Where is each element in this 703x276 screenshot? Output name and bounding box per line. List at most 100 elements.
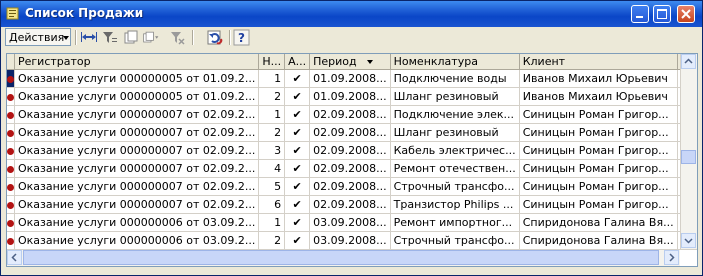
row-status-cell bbox=[7, 105, 15, 124]
cell-period: 03.09.2008... bbox=[309, 213, 391, 232]
cell-registrar: Оказание услуги 000000007 от 02.09.2... bbox=[14, 123, 260, 142]
cell-registrar: Оказание услуги 000000006 от 03.09.2... bbox=[14, 231, 260, 250]
table-row[interactable]: Оказание услуги 000000007 от 02.09.2... 3… bbox=[7, 141, 697, 160]
vertical-scrollbar[interactable] bbox=[680, 54, 697, 249]
cell-client: Иванов Михаил Юрьевич bbox=[519, 69, 678, 88]
cell-period: 02.09.2008... bbox=[309, 123, 391, 142]
cell-nomenclature: Шланг резиновый bbox=[390, 123, 520, 142]
cell-client: Синицын Роман Григор... bbox=[519, 123, 678, 142]
table-row[interactable]: Оказание услуги 000000007 от 02.09.2... 2… bbox=[7, 123, 697, 142]
maximize-button[interactable] bbox=[653, 5, 671, 23]
cell-nomenclature: Ремонт импортног... bbox=[390, 213, 520, 232]
filter-icon[interactable] bbox=[100, 29, 118, 46]
cell-line-number: 4 bbox=[258, 159, 286, 178]
cell-client: Синицын Роман Григор... bbox=[519, 159, 678, 178]
cell-nomenclature: Подключение воды bbox=[390, 69, 520, 88]
multi-copy-icon[interactable] bbox=[142, 29, 160, 46]
sales-table-container: Регистратор Н... А... Период Номенклатур… bbox=[6, 53, 698, 267]
cell-client: Синицын Роман Григор... bbox=[519, 177, 678, 196]
cell-nomenclature: Шланг резиновый bbox=[390, 87, 520, 106]
row-status-cell bbox=[7, 231, 15, 250]
cell-registrar: Оказание услуги 000000007 от 02.09.2... bbox=[14, 177, 260, 196]
cell-client: Спиридонова Галина Вя... bbox=[519, 213, 678, 232]
cell-period: 01.09.2008... bbox=[309, 69, 391, 88]
checkmark-icon: ✔ bbox=[284, 195, 311, 214]
row-status-cell bbox=[7, 177, 15, 196]
cell-line-number: 2 bbox=[258, 123, 286, 142]
cell-period: 02.09.2008... bbox=[309, 177, 391, 196]
row-status-icon bbox=[7, 183, 14, 191]
help-icon[interactable]: ? bbox=[233, 29, 251, 46]
app-icon bbox=[6, 7, 19, 20]
cell-client: Синицын Роман Григор... bbox=[519, 141, 678, 160]
cell-registrar: Оказание услуги 000000007 от 02.09.2... bbox=[14, 105, 260, 124]
actions-menu-button[interactable]: Действия bbox=[5, 28, 71, 46]
cell-registrar: Оказание услуги 000000007 от 02.09.2... bbox=[14, 159, 260, 178]
chevron-right-icon bbox=[669, 253, 675, 262]
table-row[interactable]: Оказание услуги 000000007 от 02.09.2... 6… bbox=[7, 195, 697, 214]
cell-nomenclature: Кабель электричес... bbox=[390, 141, 520, 160]
table-row[interactable]: Оказание услуги 000000006 от 03.09.2... 2… bbox=[7, 231, 697, 250]
row-status-cell bbox=[7, 213, 15, 232]
toolbar-separator bbox=[229, 30, 231, 45]
column-header-nomenclature[interactable]: Номенклатура bbox=[390, 54, 520, 70]
cell-registrar: Оказание услуги 000000007 от 02.09.2... bbox=[14, 141, 260, 160]
row-status-cell bbox=[7, 195, 15, 214]
cell-period: 02.09.2008... bbox=[309, 195, 391, 214]
row-status-cell bbox=[7, 87, 15, 106]
row-status-cell bbox=[7, 159, 15, 178]
column-header-period[interactable]: Период bbox=[309, 54, 391, 70]
column-header-active[interactable]: А... bbox=[284, 54, 311, 70]
minimize-button[interactable] bbox=[631, 5, 649, 23]
scroll-left-button[interactable] bbox=[7, 250, 22, 265]
checkmark-icon: ✔ bbox=[284, 213, 311, 232]
table-row[interactable]: Оказание услуги 000000006 от 03.09.2... 1… bbox=[7, 213, 697, 232]
scroll-right-button[interactable] bbox=[664, 250, 679, 265]
table-row[interactable]: Оказание услуги 000000005 от 01.09.2... 1… bbox=[7, 69, 697, 88]
table-row[interactable]: Оказание услуги 000000005 от 01.09.2... 2… bbox=[7, 87, 697, 106]
column-header-client[interactable]: Клиент bbox=[519, 54, 678, 70]
go-to-document-icon[interactable] bbox=[80, 29, 98, 46]
row-status-icon bbox=[7, 219, 14, 227]
cell-nomenclature: Строчный трансфо... bbox=[390, 231, 520, 250]
row-status-icon bbox=[7, 75, 14, 83]
horizontal-scrollbar[interactable] bbox=[7, 249, 680, 266]
checkmark-icon: ✔ bbox=[284, 123, 311, 142]
table-row[interactable]: Оказание услуги 000000007 от 02.09.2... 5… bbox=[7, 177, 697, 196]
column-header-line-number[interactable]: Н... bbox=[258, 54, 286, 70]
cell-line-number: 1 bbox=[258, 105, 286, 124]
scroll-thumb-vertical[interactable] bbox=[681, 150, 696, 164]
copy-icon[interactable] bbox=[122, 29, 140, 46]
table-row[interactable]: Оказание услуги 000000007 от 02.09.2... 1… bbox=[7, 105, 697, 124]
chevron-down-icon bbox=[684, 238, 693, 244]
refresh-icon[interactable] bbox=[206, 29, 224, 46]
row-status-icon bbox=[7, 93, 14, 101]
cell-line-number: 1 bbox=[258, 213, 286, 232]
cell-client: Иванов Михаил Юрьевич bbox=[519, 87, 678, 106]
title-bar[interactable]: Список Продажи bbox=[1, 1, 702, 27]
scroll-thumb-horizontal[interactable] bbox=[23, 250, 659, 265]
toolbar: Действия ? bbox=[3, 27, 700, 49]
window-title: Список Продажи bbox=[25, 6, 144, 20]
maximize-icon bbox=[657, 9, 667, 19]
table-row[interactable]: Оказание услуги 000000007 от 02.09.2... 4… bbox=[7, 159, 697, 178]
cell-period: 02.09.2008... bbox=[309, 141, 391, 160]
checkmark-icon: ✔ bbox=[284, 231, 311, 250]
close-button[interactable] bbox=[677, 5, 695, 23]
column-header-registrar[interactable]: Регистратор bbox=[14, 54, 260, 70]
checkmark-icon: ✔ bbox=[284, 105, 311, 124]
svg-text:?: ? bbox=[238, 31, 245, 45]
scroll-up-button[interactable] bbox=[681, 54, 696, 69]
cell-line-number: 2 bbox=[258, 231, 286, 250]
row-status-icon bbox=[7, 237, 14, 245]
actions-label: Действия bbox=[9, 31, 65, 44]
row-status-icon bbox=[7, 111, 14, 119]
cell-period: 02.09.2008... bbox=[309, 105, 391, 124]
header-icon bbox=[7, 54, 15, 70]
row-status-icon bbox=[7, 165, 14, 173]
scroll-down-button[interactable] bbox=[681, 233, 696, 248]
clear-filter-icon[interactable] bbox=[168, 29, 186, 46]
chevron-up-icon bbox=[684, 58, 693, 64]
cell-line-number: 2 bbox=[258, 87, 286, 106]
cell-line-number: 5 bbox=[258, 177, 286, 196]
